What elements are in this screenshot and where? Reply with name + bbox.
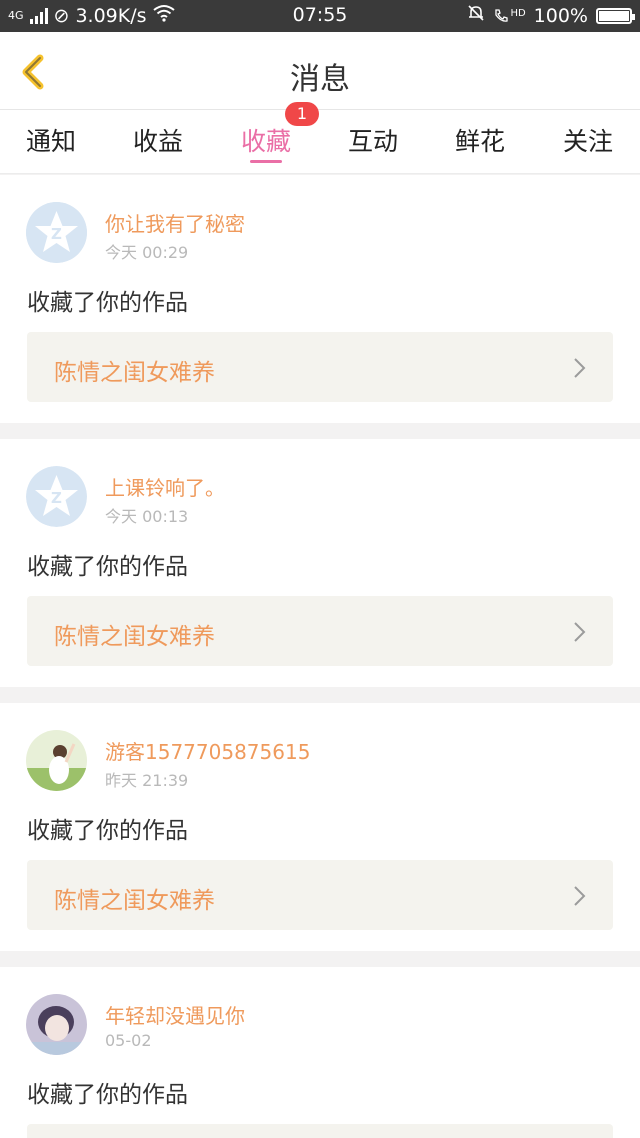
avatar[interactable]: Z — [26, 466, 87, 527]
tab-interaction[interactable]: 互动 — [348, 122, 398, 158]
action-text: 收藏了你的作品 — [27, 818, 188, 844]
username[interactable]: 上课铃响了。 — [105, 472, 225, 501]
message-card: 年轻却没遇见你 05-02 收藏了你的作品 — [0, 967, 640, 1138]
unread-badge: 1 — [285, 102, 319, 126]
status-bar: 4G ⊘ 3.09K/s 07:55 HD 100% — [0, 0, 640, 32]
message-time: 今天 00:13 — [105, 507, 189, 526]
message-card: Z 上课铃响了。 今天 00:13 收藏了你的作品 陈情之闺女难养 — [0, 439, 640, 687]
username[interactable]: 游客1577705875615 — [105, 736, 310, 765]
message-time: 昨天 21:39 — [105, 771, 189, 790]
tab-notify[interactable]: 通知 — [26, 122, 76, 158]
chevron-right-icon — [574, 358, 586, 378]
work-link[interactable] — [27, 1124, 613, 1138]
work-link[interactable]: 陈情之闺女难养 — [27, 860, 613, 930]
hd-call-icon: HD — [493, 7, 526, 24]
svg-text:Z: Z — [51, 489, 62, 507]
tab-earnings[interactable]: 收益 — [133, 122, 183, 158]
svg-text:Z: Z — [51, 225, 62, 243]
chevron-right-icon — [574, 622, 586, 642]
username[interactable]: 年轻却没遇见你 — [105, 1000, 245, 1029]
tab-flowers[interactable]: 鲜花 — [455, 122, 505, 158]
battery-icon — [596, 7, 635, 24]
avatar[interactable] — [26, 730, 87, 791]
default-avatar-star-icon: Z — [26, 466, 87, 527]
work-title: 陈情之闺女难养 — [54, 360, 215, 386]
silent-bell-icon — [467, 4, 485, 27]
page-title: 消息 — [290, 62, 350, 97]
user-photo-avatar-icon — [26, 994, 87, 1055]
app-header: 消息 — [0, 32, 640, 110]
hd-label: HD — [510, 7, 526, 19]
avatar[interactable] — [26, 994, 87, 1055]
work-title: 陈情之闺女难养 — [54, 624, 215, 650]
action-text: 收藏了你的作品 — [27, 290, 188, 316]
message-card: Z 你让我有了秘密 今天 00:29 收藏了你的作品 陈情之闺女难养 — [0, 175, 640, 423]
username[interactable]: 你让我有了秘密 — [105, 208, 245, 237]
tab-favorites[interactable]: 收藏 — [241, 122, 291, 158]
work-link[interactable]: 陈情之闺女难养 — [27, 596, 613, 666]
work-link[interactable]: 陈情之闺女难养 — [27, 332, 613, 402]
tab-follow[interactable]: 关注 — [563, 122, 613, 158]
avatar[interactable]: Z — [26, 202, 87, 263]
chevron-right-icon — [574, 886, 586, 906]
default-avatar-star-icon: Z — [26, 202, 87, 263]
message-time: 今天 00:29 — [105, 243, 189, 262]
message-card: 游客1577705875615 昨天 21:39 收藏了你的作品 陈情之闺女难养 — [0, 703, 640, 951]
action-text: 收藏了你的作品 — [27, 554, 188, 580]
user-photo-avatar-icon — [26, 730, 87, 791]
message-time: 05-02 — [105, 1031, 152, 1050]
work-title: 陈情之闺女难养 — [54, 888, 215, 914]
active-tab-indicator — [250, 160, 282, 163]
tab-bar: 通知 收益 收藏 互动 鲜花 关注 — [0, 110, 640, 174]
battery-percent: 100% — [533, 4, 588, 27]
action-text: 收藏了你的作品 — [27, 1082, 188, 1108]
